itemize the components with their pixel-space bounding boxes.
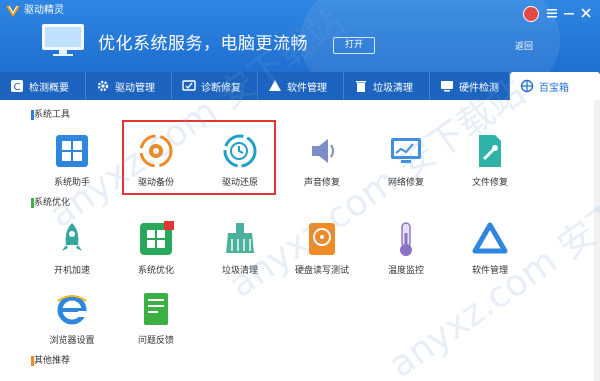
broom-icon — [226, 223, 254, 253]
tab-label: 驱动管理 — [115, 82, 155, 94]
tool-browser-settings[interactable]: 浏览器设置 — [32, 289, 112, 346]
tool-label: 问题反馈 — [137, 336, 174, 346]
minimize-icon[interactable] — [562, 6, 576, 20]
tab-label: 诊断修复 — [201, 82, 241, 94]
menu-icon[interactable] — [545, 6, 559, 20]
tool-file-repair[interactable]: 文件修复 — [450, 131, 530, 188]
tab-hardware-detect[interactable]: 硬件检测 — [430, 72, 510, 100]
tab-label: 硬件检测 — [459, 82, 499, 94]
tab-software-manage[interactable]: 软件管理 — [258, 72, 344, 100]
tool-label: 系统助手 — [53, 178, 90, 188]
software-icon — [269, 80, 281, 91]
tab-label: 百宝箱 — [539, 82, 569, 94]
app-title: 驱动精灵 — [24, 5, 64, 16]
tool-driver-backup[interactable]: 驱动备份 — [116, 131, 196, 188]
section-title-system-optimize: 系统优化 — [34, 198, 71, 208]
tool-label: 软件管理 — [471, 266, 508, 276]
tool-label: 文件修复 — [471, 178, 508, 188]
header-slogan: 优化系统服务，电脑更流畅 — [98, 34, 308, 54]
tool-label: 声音修复 — [303, 178, 340, 188]
tool-label: 系统优化 — [137, 266, 174, 276]
monitor-icon — [42, 24, 84, 56]
rocket-icon — [62, 223, 82, 251]
back-link[interactable]: 返回 — [515, 41, 533, 53]
tab-trash-clean[interactable]: 垃圾清理 — [344, 72, 430, 100]
diagnose-icon — [182, 80, 196, 91]
svg-text:C: C — [14, 82, 21, 93]
user-avatar-icon[interactable] — [523, 6, 539, 22]
driver-backup-icon — [139, 134, 173, 168]
tool-label: 浏览器设置 — [49, 336, 95, 346]
ie-browser-icon — [57, 295, 87, 325]
tool-temperature-monitor[interactable]: 温度监控 — [366, 219, 446, 276]
network-icon — [391, 138, 421, 163]
close-icon[interactable] — [579, 6, 593, 20]
tab-toolbox[interactable]: 百宝箱 — [510, 72, 600, 100]
tool-driver-restore[interactable]: 驱动还原 — [200, 131, 280, 188]
app-logo-icon — [6, 5, 20, 17]
windows-icon — [56, 135, 88, 167]
tool-label: 垃圾清理 — [221, 266, 258, 276]
hardware-icon — [441, 81, 453, 92]
header-banner: 驱动精灵 优化系统服务，电脑更流畅 打开 返回 — [0, 0, 600, 120]
system-optimize-icon — [140, 221, 174, 255]
tab-label: 垃圾清理 — [373, 82, 413, 94]
tool-label: 开机加速 — [53, 266, 90, 276]
tool-disk-rw-test[interactable]: 硬盘读写测试 — [282, 219, 362, 276]
vertical-scrollbar[interactable] — [594, 100, 600, 381]
tool-boot-speedup[interactable]: 开机加速 — [32, 219, 112, 276]
disk-icon — [309, 223, 335, 255]
tool-sound-repair[interactable]: 声音修复 — [282, 131, 362, 188]
trash-icon — [356, 81, 366, 92]
tool-label: 驱动备份 — [137, 178, 174, 188]
software-manage-icon — [472, 222, 508, 254]
tab-label: 软件管理 — [287, 82, 327, 94]
tab-driver-manage[interactable]: 驱动管理 — [86, 72, 172, 100]
speaker-icon — [312, 139, 334, 163]
tool-software-manage[interactable]: 软件管理 — [450, 219, 530, 276]
tool-network-repair[interactable]: 网络修复 — [366, 131, 446, 188]
tool-system-optimize[interactable]: 系统优化 — [116, 219, 196, 276]
tool-feedback[interactable]: 问题反馈 — [116, 289, 196, 346]
driver-gear-icon — [97, 80, 109, 92]
tab-label: 检测概要 — [29, 82, 69, 94]
driver-restore-icon — [223, 134, 257, 168]
section-title-system-tools: 系统工具 — [34, 110, 71, 120]
tool-label: 驱动还原 — [221, 178, 258, 188]
tool-label: 温度监控 — [387, 266, 424, 276]
feedback-icon — [144, 293, 168, 325]
tab-overview[interactable]: C 检测概要 — [0, 72, 86, 100]
main-tab-bar: C 检测概要 驱动管理 诊断修复 软件管理 垃圾清理 硬件检测 百宝箱 — [0, 72, 600, 100]
thermometer-icon — [400, 222, 412, 256]
file-repair-icon — [479, 135, 501, 167]
tool-label: 网络修复 — [387, 178, 424, 188]
tool-system-assistant[interactable]: 系统助手 — [32, 131, 112, 188]
tab-diagnose-repair[interactable]: 诊断修复 — [172, 72, 258, 100]
section-title-other-recommend: 其他推荐 — [34, 356, 71, 366]
toolbox-icon — [520, 79, 534, 93]
tool-trash-clean[interactable]: 垃圾清理 — [200, 219, 280, 276]
overview-icon: C — [11, 80, 23, 93]
tool-label: 硬盘读写测试 — [294, 266, 349, 276]
app-window: 驱动精灵 优化系统服务，电脑更流畅 打开 返回 C 检测概要 驱动管理 诊断修复… — [0, 0, 600, 381]
open-button[interactable]: 打开 — [333, 37, 375, 54]
